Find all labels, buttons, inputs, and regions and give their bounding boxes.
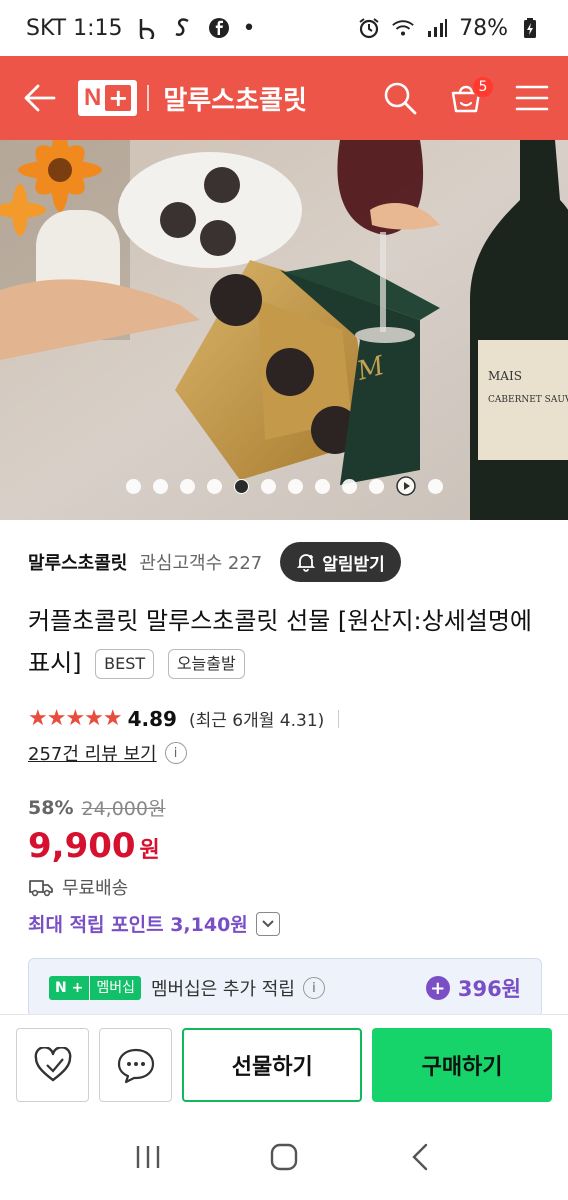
sale-price: 9,900 원 bbox=[28, 826, 160, 866]
search-icon bbox=[384, 82, 417, 115]
alarm-subscribe-button[interactable]: 알림받기 bbox=[280, 542, 401, 582]
product-photo: M MAIS CABERNET SAUVIGNON bbox=[0, 140, 568, 520]
purchase-bar: 선물하기 구매하기 bbox=[0, 1014, 568, 1114]
search-button[interactable] bbox=[380, 78, 420, 118]
gallery-dot[interactable] bbox=[233, 478, 249, 494]
gallery-dot[interactable] bbox=[206, 478, 222, 494]
hamburger-menu-icon bbox=[515, 85, 549, 111]
heart-icon bbox=[34, 1046, 71, 1081]
menu-button[interactable] bbox=[512, 78, 552, 118]
recent-apps-icon bbox=[136, 1146, 160, 1168]
naver-plus-logo[interactable]: N + bbox=[78, 80, 138, 116]
gallery-dot[interactable] bbox=[260, 478, 276, 494]
gallery-dot[interactable] bbox=[287, 478, 303, 494]
signal-icon bbox=[425, 16, 449, 40]
logo-divider bbox=[147, 85, 150, 111]
shipping-text: 무료배송 bbox=[62, 878, 129, 899]
alarm-button-label: 알림받기 bbox=[322, 554, 385, 575]
gift-button[interactable]: 선물하기 bbox=[182, 1027, 363, 1102]
home-icon bbox=[270, 1143, 298, 1171]
gallery-dot[interactable] bbox=[314, 478, 330, 494]
back-nav-button[interactable] bbox=[390, 1127, 450, 1187]
product-title: 커플초콜릿 말루스초콜릿 선물 [원산지:상세설명에 표시] BEST 오늘출발 bbox=[28, 600, 548, 684]
membership-badge-logo: N + bbox=[49, 976, 90, 1000]
info-icon[interactable]: i bbox=[164, 742, 187, 764]
product-image-gallery[interactable]: M MAIS CABERNET SAUVIGNON bbox=[0, 140, 568, 520]
plus-circle-icon: + bbox=[425, 976, 450, 1000]
original-price: 24,000원 bbox=[81, 798, 166, 820]
talk-button[interactable] bbox=[99, 1027, 173, 1102]
gallery-dot[interactable] bbox=[427, 478, 443, 494]
membership-points: 396원 bbox=[457, 977, 521, 1001]
recent-apps-button[interactable] bbox=[118, 1127, 178, 1187]
carrier-time: SKT 1:15 bbox=[26, 15, 123, 41]
wifi-icon bbox=[391, 16, 415, 40]
star-rating-icon: ★★★★★ bbox=[28, 706, 123, 731]
discount-rate: 58% bbox=[28, 796, 74, 819]
arrow-left-icon bbox=[24, 84, 56, 112]
cart-button[interactable]: 5 bbox=[446, 76, 494, 118]
buy-button[interactable]: 구매하기 bbox=[372, 1027, 552, 1102]
svg-text:MAIS: MAIS bbox=[488, 369, 522, 383]
recent-rating: (최근 6개월 4.31) bbox=[188, 711, 325, 731]
logo-n: N bbox=[84, 84, 102, 111]
battery-charging-icon bbox=[518, 16, 542, 40]
membership-info-icon[interactable]: i bbox=[302, 977, 325, 999]
chevron-left-icon bbox=[412, 1143, 428, 1171]
max-points-toggle[interactable]: 최대 적립 포인트 3,140원 bbox=[28, 910, 280, 937]
cart-count-badge: 5 bbox=[472, 76, 494, 98]
gallery-dot[interactable] bbox=[152, 478, 168, 494]
rating-score: 4.89 bbox=[127, 706, 177, 731]
today-shipping-tag: 오늘출발 bbox=[167, 649, 245, 679]
android-nav-bar bbox=[0, 1114, 568, 1200]
review-link[interactable]: 257건 리뷰 보기 bbox=[28, 740, 157, 766]
status-bar: SKT 1:15 • 78% bbox=[0, 0, 568, 56]
bell-plus-icon bbox=[297, 554, 316, 572]
facebook-icon bbox=[207, 16, 231, 40]
chevron-down-icon[interactable] bbox=[255, 911, 280, 936]
truck-icon bbox=[29, 880, 53, 897]
battery-percent: 78% bbox=[459, 15, 508, 41]
gallery-dot[interactable] bbox=[179, 478, 195, 494]
max-points-text: 최대 적립 포인트 3,140원 bbox=[28, 914, 248, 936]
naver-membership-badge: N + 멤버십 bbox=[49, 976, 141, 1000]
gallery-dot[interactable] bbox=[125, 478, 141, 494]
fans-count: 관심고객수 227 bbox=[139, 553, 263, 574]
wishlist-button[interactable] bbox=[16, 1027, 90, 1102]
logo-plus: + bbox=[105, 84, 132, 112]
video-play-icon[interactable] bbox=[395, 476, 416, 496]
seller-name-link[interactable]: 말루스초콜릿 bbox=[28, 549, 127, 575]
gallery-dot[interactable] bbox=[368, 478, 384, 494]
gallery-dot[interactable] bbox=[341, 478, 357, 494]
divider bbox=[338, 709, 340, 728]
back-button[interactable] bbox=[22, 78, 62, 118]
app-s-icon bbox=[171, 16, 195, 40]
chat-bubble-icon bbox=[117, 1048, 154, 1083]
gallery-pagination bbox=[0, 476, 568, 496]
store-name-link[interactable]: 말루스초콜릿 bbox=[163, 80, 307, 117]
more-notifications-dot-icon: • bbox=[242, 15, 256, 41]
top-header: N + 말루스초콜릿 5 bbox=[0, 56, 568, 140]
rating-row: ★★★★★ 4.89 (최근 6개월 4.31) bbox=[28, 706, 548, 731]
membership-banner[interactable]: N + 멤버십 멤버십은 추가 적립 i + 396원 bbox=[28, 958, 542, 1018]
app-b-icon bbox=[135, 16, 159, 40]
price-currency: 원 bbox=[139, 838, 160, 863]
best-tag: BEST bbox=[95, 649, 155, 679]
membership-badge-label: 멤버십 bbox=[89, 976, 141, 1000]
alarm-icon bbox=[357, 16, 381, 40]
membership-text: 멤버십은 추가 적립 bbox=[150, 979, 295, 1000]
price-value: 9,900 bbox=[28, 826, 136, 866]
home-button[interactable] bbox=[254, 1127, 314, 1187]
svg-text:CABERNET SAUVIGNON: CABERNET SAUVIGNON bbox=[488, 395, 568, 405]
